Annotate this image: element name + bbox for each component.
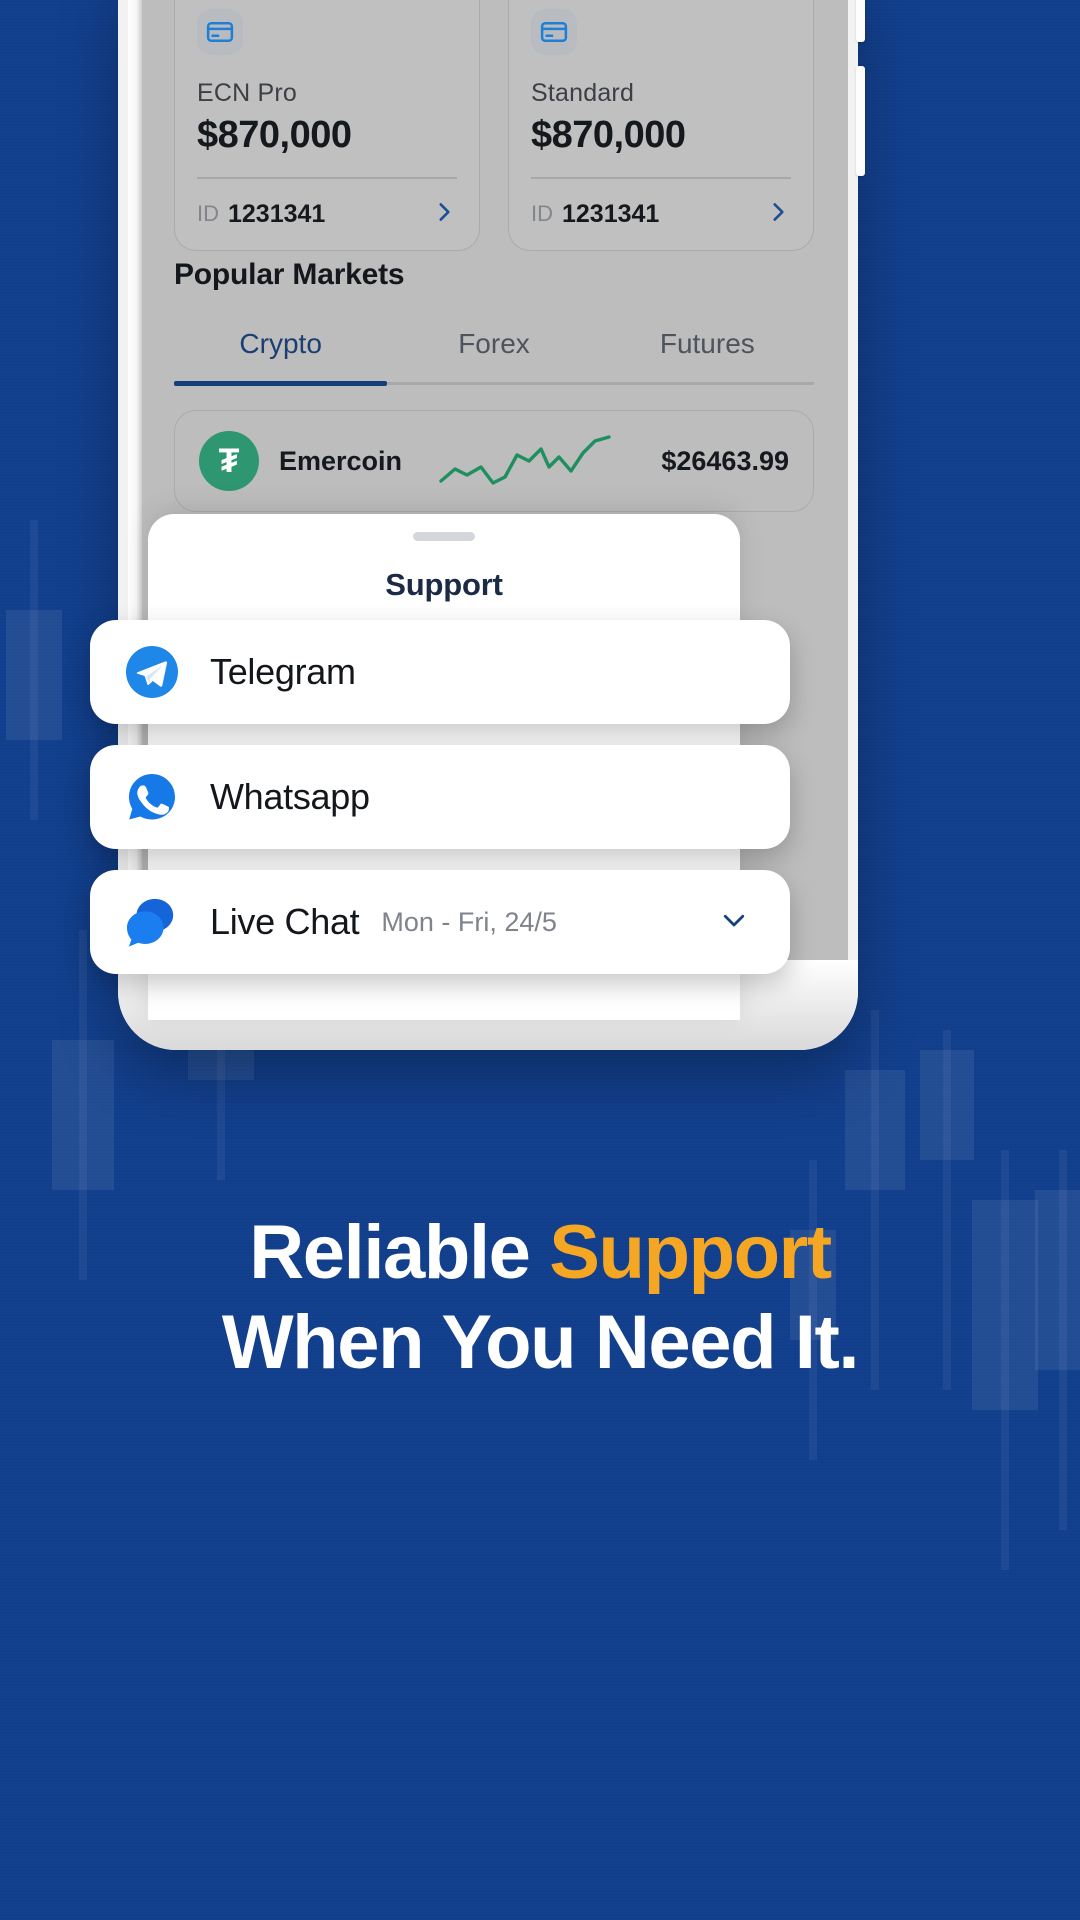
account-balance: $870,000: [197, 114, 352, 156]
market-tabs: Crypto Forex Futures: [174, 328, 814, 382]
account-id-label: ID: [197, 201, 219, 226]
account-type-label: Standard: [531, 79, 635, 107]
account-card[interactable]: Standard $870,000 ID 1231341: [508, 0, 814, 251]
account-cards: ECN Pro $870,000 ID 1231341 Standard $87…: [174, 0, 814, 251]
account-id-value: 1231341: [228, 199, 326, 228]
account-id-label: ID: [531, 201, 553, 226]
support-option-live-chat[interactable]: Live Chat Mon - Fri, 24/5: [90, 870, 790, 974]
market-name: Emercoin: [279, 445, 403, 476]
account-card[interactable]: ECN Pro $870,000 ID 1231341: [174, 0, 480, 251]
up-trend-sparkline: [422, 433, 641, 489]
support-option-label: Live Chat: [210, 901, 360, 942]
section-title: Popular Markets: [174, 258, 405, 291]
support-option-label: Telegram: [210, 651, 356, 692]
market-row[interactable]: ₮ Emercoin $26463.99: [174, 410, 814, 512]
marketing-headline: Reliable Support When You Need It.: [0, 1208, 1080, 1387]
telegram-icon: [126, 646, 178, 698]
account-footer: ID 1231341: [531, 197, 791, 232]
market-price: $26463.99: [661, 445, 789, 476]
tab-forex[interactable]: Forex: [387, 328, 600, 382]
headline-line2: When You Need It.: [221, 1299, 860, 1385]
sheet-title: Support: [385, 567, 503, 602]
tab-crypto[interactable]: Crypto: [174, 328, 387, 382]
support-option-whatsapp[interactable]: Whatsapp: [90, 745, 790, 849]
credit-card-icon: [531, 9, 577, 55]
divider: [197, 177, 457, 179]
divider: [531, 177, 791, 179]
support-option-telegram[interactable]: Telegram: [90, 620, 790, 724]
chevron-right-icon[interactable]: [765, 197, 791, 232]
support-option-label: Whatsapp: [210, 776, 370, 817]
phone-volume-button: [856, 0, 865, 42]
background-candlestick: [6, 520, 62, 820]
account-id-value: 1231341: [562, 199, 660, 228]
emercoin-icon: ₮: [199, 431, 259, 491]
headline-line1-accent: Support: [549, 1210, 832, 1295]
account-footer: ID 1231341: [197, 197, 457, 232]
whatsapp-icon: [126, 771, 178, 823]
sheet-grabber-handle[interactable]: [413, 532, 475, 541]
chevron-right-icon[interactable]: [431, 197, 457, 232]
account-balance: $870,000: [531, 114, 686, 156]
live-chat-icon: [126, 896, 178, 948]
phone-power-button: [856, 66, 865, 176]
headline-line1-plain: Reliable: [249, 1210, 550, 1295]
account-type-label: ECN Pro: [197, 79, 298, 107]
tab-futures[interactable]: Futures: [601, 328, 814, 382]
credit-card-icon: [197, 9, 243, 55]
popular-markets-section: Popular Markets Crypto Forex Futures ₮ E…: [174, 258, 814, 512]
chevron-down-icon[interactable]: [714, 905, 754, 940]
support-option-hours: Mon - Fri, 24/5: [381, 906, 557, 937]
